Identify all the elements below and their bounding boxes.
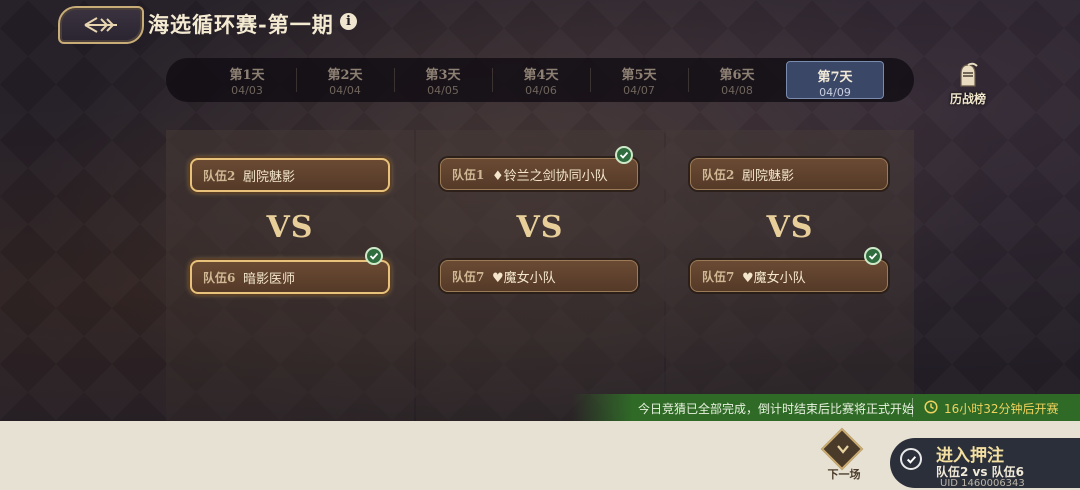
team-slot[interactable]: 队伍1 ♦铃兰之剑协同小队 [440,158,638,190]
status-message: 今日竞猜已全部完成，倒计时结束后比赛将正式开始 [638,402,915,416]
team-tag: 队伍6 [203,270,236,285]
page-title: 海选循环赛-第一期 [148,12,334,37]
tab-label: 第4天 [523,68,559,83]
team-tag: 队伍7 [452,269,485,284]
match-card-2: 队伍1 ♦铃兰之剑协同小队 VS 队伍7 ♥魔女小队 [416,130,664,422]
team-tag: 队伍7 [702,269,735,284]
team-tag: 队伍1 [452,167,485,182]
winner-check-icon [864,247,882,265]
tab-date: 04/05 [427,84,459,97]
winner-check-icon [365,247,383,265]
history-ranking-button[interactable]: 历战榜 [944,62,992,106]
team-slot[interactable]: 队伍7 ♥魔女小队 [440,260,638,292]
team-slot[interactable]: 队伍2 剧院魅影 [190,158,390,192]
vs-label: VS [766,210,814,245]
clock-icon [924,400,938,414]
winner-check-icon [615,146,633,164]
status-divider [912,398,913,417]
vs-label: VS [266,210,314,245]
team-tag: 队伍2 [702,167,735,182]
countdown-text: 16小时32分钟后开赛 [944,402,1059,416]
team-name: 暗影医师 [243,271,296,287]
tab-label: 第7天 [817,70,853,85]
history-label: 历战榜 [949,92,986,106]
tab-day-2[interactable]: 第2天 04/04 [296,60,394,100]
chevron-down-icon [837,445,849,454]
tab-label: 第2天 [327,68,363,83]
tab-day-3[interactable]: 第3天 04/05 [394,60,492,100]
team-tag: 队伍2 [203,168,236,183]
status-bar: 今日竞猜已全部完成，倒计时结束后比赛将正式开始 16小时32分钟后开赛 [572,394,1080,421]
tab-date: 04/04 [329,84,361,97]
tab-label: 第6天 [719,68,755,83]
next-match-label: 下一场 [827,468,861,481]
knight-helmet-icon [960,62,978,87]
tab-date: 04/07 [623,84,655,97]
day-tabs: 第1天 04/03 第2天 04/04 第3天 04/05 第4天 04/06 第5天 0… [166,58,914,102]
tab-date: 04/03 [231,84,263,97]
tab-day-5[interactable]: 第5天 04/07 [590,60,688,100]
back-arrow-icon [84,17,117,33]
tab-label: 第1天 [229,68,265,83]
match-card-1: 队伍2 剧院魅影 VS 队伍6 暗影医师 [166,130,414,422]
team-name: ♦铃兰之剑协同小队 [492,168,608,184]
next-match-button[interactable]: 下一场 [820,427,866,484]
uid-text: UID 1460006343 [940,478,1025,489]
back-button[interactable] [58,6,144,44]
team-slot[interactable]: 队伍6 暗影医师 [190,260,390,294]
vs-label: VS [516,210,564,245]
tab-day-4[interactable]: 第4天 04/06 [492,60,590,100]
info-icon[interactable]: i [340,13,357,30]
tab-date: 04/08 [721,84,753,97]
tab-label: 第3天 [425,68,461,83]
tab-day-1[interactable]: 第1天 04/03 [198,60,296,100]
team-name: 剧院魅影 [243,169,296,185]
team-slot[interactable]: 队伍7 ♥魔女小队 [690,260,888,292]
team-name: ♥魔女小队 [742,270,806,286]
team-name: 剧院魅影 [742,168,795,184]
check-icon [900,448,922,470]
tab-day-6[interactable]: 第6天 04/08 [688,60,786,100]
tab-date: 04/09 [819,86,851,99]
tab-date: 04/06 [525,84,557,97]
match-card-3: 队伍2 剧院魅影 VS 队伍7 ♥魔女小队 [666,130,914,422]
tab-label: 第5天 [621,68,657,83]
tab-day-7[interactable]: 第7天 04/09 [786,61,884,99]
team-name: ♥魔女小队 [492,270,556,286]
team-slot[interactable]: 队伍2 剧院魅影 [690,158,888,190]
